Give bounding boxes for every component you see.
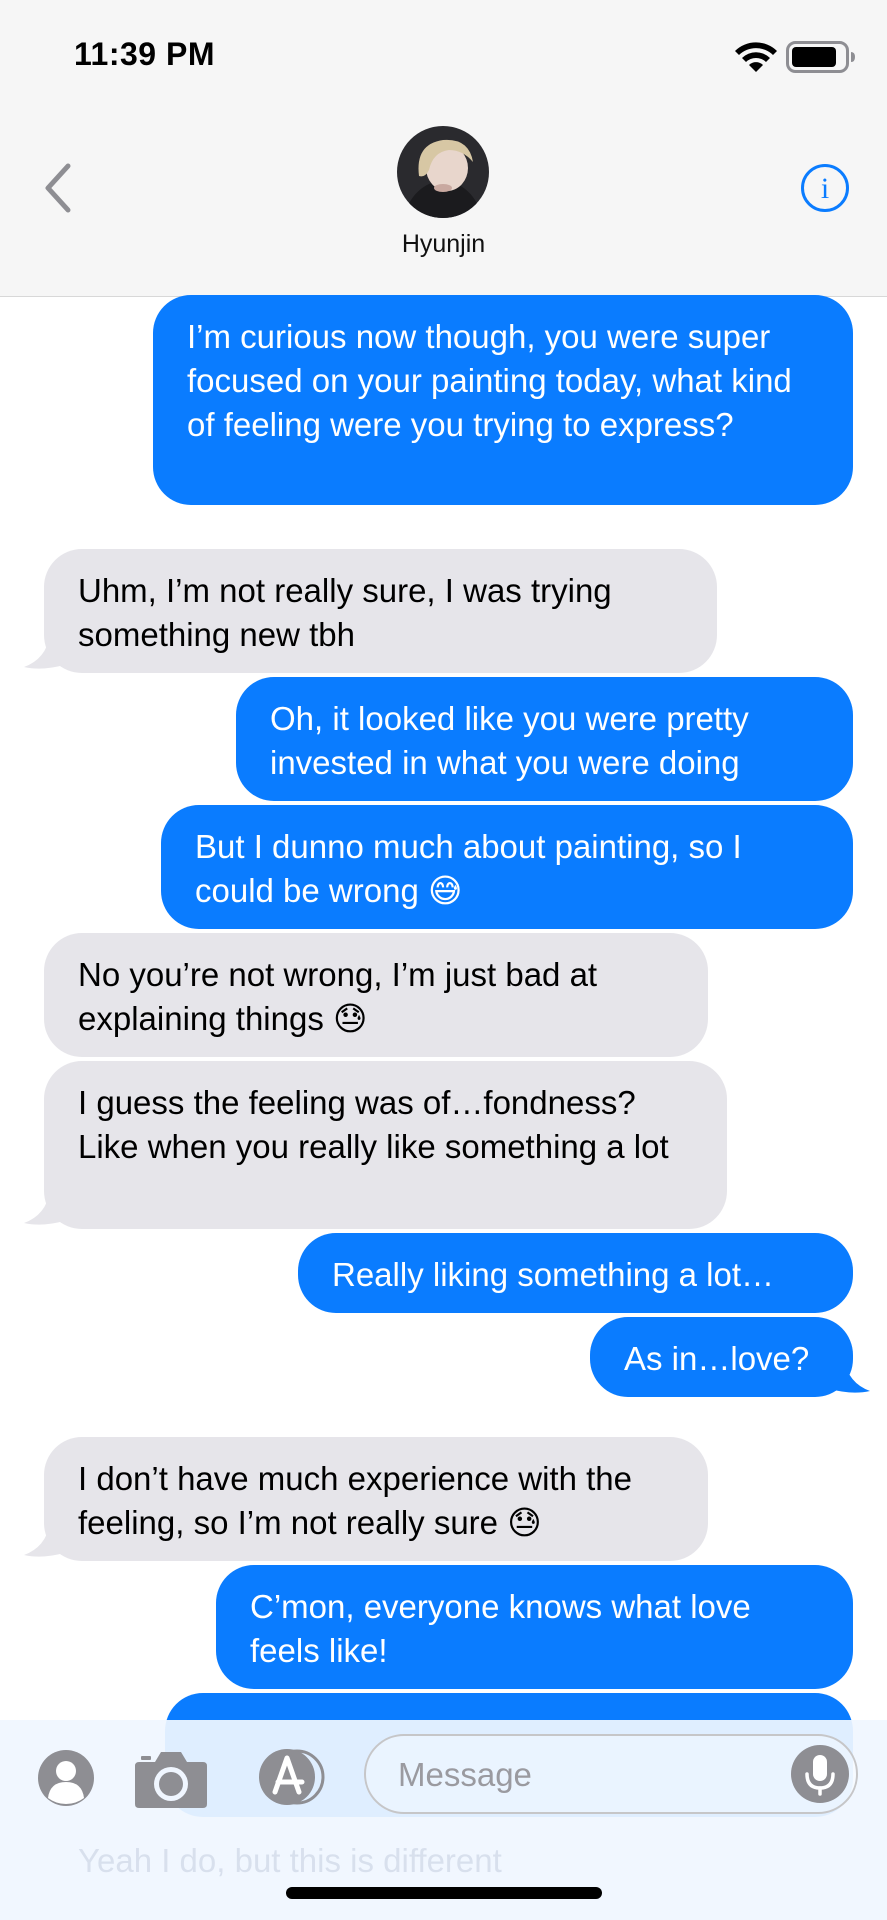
- outgoing-message[interactable]: As in…love?: [590, 1317, 853, 1397]
- home-indicator[interactable]: [286, 1887, 602, 1899]
- incoming-bubble-tail: [24, 1191, 64, 1225]
- contact-avatar[interactable]: [397, 126, 489, 218]
- contact-name[interactable]: Hyunjin: [0, 230, 887, 259]
- wifi-icon: [735, 42, 777, 72]
- incoming-message-behind-input-bar: Yeah I do, but this is different: [78, 1842, 502, 1879]
- incoming-message[interactable]: I guess the feeling was of…fondness? Lik…: [44, 1061, 727, 1229]
- message-input[interactable]: Message: [364, 1734, 858, 1814]
- message-thread: I’m curious now though, you were super f…: [0, 295, 887, 1920]
- contact-icon[interactable]: [36, 1748, 96, 1808]
- outgoing-message[interactable]: C’mon, everyone knows what love feels li…: [216, 1565, 853, 1689]
- info-icon[interactable]: i: [800, 163, 850, 213]
- camera-icon[interactable]: [133, 1746, 209, 1810]
- incoming-message[interactable]: I don’t have much experience with the fe…: [44, 1437, 708, 1561]
- outgoing-message[interactable]: But I dunno much about painting, so I co…: [161, 805, 853, 929]
- outgoing-message[interactable]: Oh, it looked like you were pretty inves…: [236, 677, 853, 801]
- outgoing-message[interactable]: Really liking something a lot…: [298, 1233, 853, 1313]
- app-store-icon[interactable]: [252, 1746, 332, 1808]
- svg-text:i: i: [821, 172, 829, 205]
- outgoing-message[interactable]: I’m curious now though, you were super f…: [153, 295, 853, 505]
- conversation-header: Hyunjin i: [0, 110, 887, 297]
- incoming-bubble-tail: [24, 1523, 64, 1557]
- message-input-placeholder: Message: [398, 1756, 532, 1793]
- incoming-message[interactable]: Uhm, I’m not really sure, I was trying s…: [44, 549, 717, 673]
- microphone-icon[interactable]: [790, 1744, 850, 1804]
- battery-icon: [786, 41, 855, 73]
- outgoing-bubble-tail: [830, 1359, 870, 1393]
- avatar-photo: [397, 126, 489, 218]
- incoming-message[interactable]: No you’re not wrong, I’m just bad at exp…: [44, 933, 708, 1057]
- back-chevron-icon[interactable]: [38, 158, 84, 218]
- status-bar: 11:39 PM: [0, 0, 887, 110]
- incoming-bubble-tail: [24, 635, 64, 669]
- status-time: 11:39 PM: [74, 36, 215, 72]
